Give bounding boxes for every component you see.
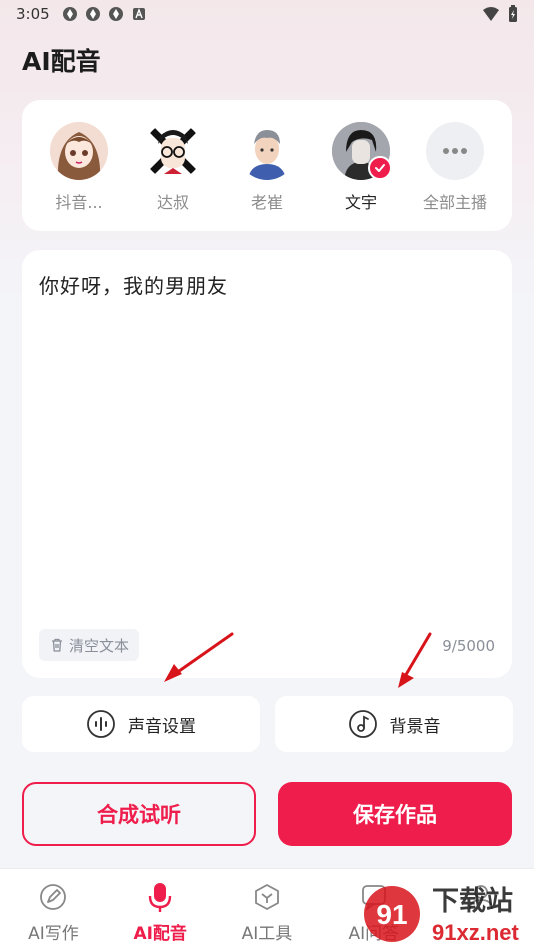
trash-icon <box>52 638 62 652</box>
text-content[interactable]: 你好呀，我的男朋友 <box>39 270 495 299</box>
voice-item-dashu[interactable]: 达叔 <box>128 122 218 213</box>
sound-wave-icon <box>87 710 115 738</box>
voice-name: 文宇 <box>344 193 377 212</box>
cube-icon <box>251 881 283 913</box>
voice-item-all[interactable]: 全部主播 <box>410 122 500 213</box>
tab-ai-dubbing[interactable]: AI配音 <box>110 881 210 944</box>
page-title: AI配音 <box>22 47 101 76</box>
grey-hair-man-avatar <box>238 122 296 180</box>
pen-icon <box>37 881 69 913</box>
notification-icon <box>108 7 123 21</box>
text-editor[interactable]: 你好呀，我的男朋友 清空文本 9/5000 <box>22 250 512 678</box>
clear-text-button[interactable]: 清空文本 <box>39 629 140 661</box>
voice-name: 达叔 <box>156 193 189 212</box>
voice-selector: 抖音... 达叔 老崔 文宇 全部主播 <box>22 100 512 231</box>
watermark-logo-text: 91 <box>376 899 407 930</box>
notification-icon <box>62 7 77 21</box>
a-icon <box>132 8 145 20</box>
voice-settings-button[interactable]: 声音设置 <box>22 696 260 752</box>
music-note-icon <box>348 710 377 738</box>
wifi-icon <box>483 7 499 21</box>
watermark-site-name: 下载站 <box>432 886 513 917</box>
status-time: 3:05 <box>16 5 50 23</box>
char-counter: 9/5000 <box>442 637 495 655</box>
voice-item-douyin[interactable]: 抖音... <box>34 122 124 213</box>
site-watermark: 91 下载站 91xz.net <box>360 876 534 950</box>
notification-icon <box>85 7 100 21</box>
tab-label: AI配音 <box>133 924 187 944</box>
microphone-icon <box>144 881 176 913</box>
watermark-url: 91xz.net <box>432 920 519 945</box>
voice-settings-label: 声音设置 <box>128 716 196 737</box>
selected-check-icon <box>368 156 392 180</box>
glasses-man-avatar <box>144 122 202 180</box>
voice-item-wenyu[interactable]: 文宇 <box>316 122 406 213</box>
background-music-label: 背景音 <box>389 716 441 737</box>
status-bar: 3:05 <box>0 0 534 28</box>
tab-ai-tools[interactable]: AI工具 <box>217 881 317 944</box>
save-work-button[interactable]: 保存作品 <box>278 782 512 846</box>
voice-name: 抖音... <box>55 193 103 212</box>
more-dots-icon <box>426 122 484 180</box>
tab-label: AI写作 <box>28 924 79 944</box>
clear-text-label: 清空文本 <box>69 636 130 655</box>
background-music-button[interactable]: 背景音 <box>275 696 513 752</box>
tab-ai-writing[interactable]: AI写作 <box>3 881 103 944</box>
voice-name: 老崔 <box>250 193 283 212</box>
preview-synthesis-button[interactable]: 合成试听 <box>22 782 256 846</box>
tab-label: AI工具 <box>241 924 293 944</box>
battery-icon <box>509 5 517 22</box>
voice-item-laocui[interactable]: 老崔 <box>222 122 312 213</box>
voice-name: 全部主播 <box>422 193 487 212</box>
anime-girl-avatar <box>50 122 108 180</box>
